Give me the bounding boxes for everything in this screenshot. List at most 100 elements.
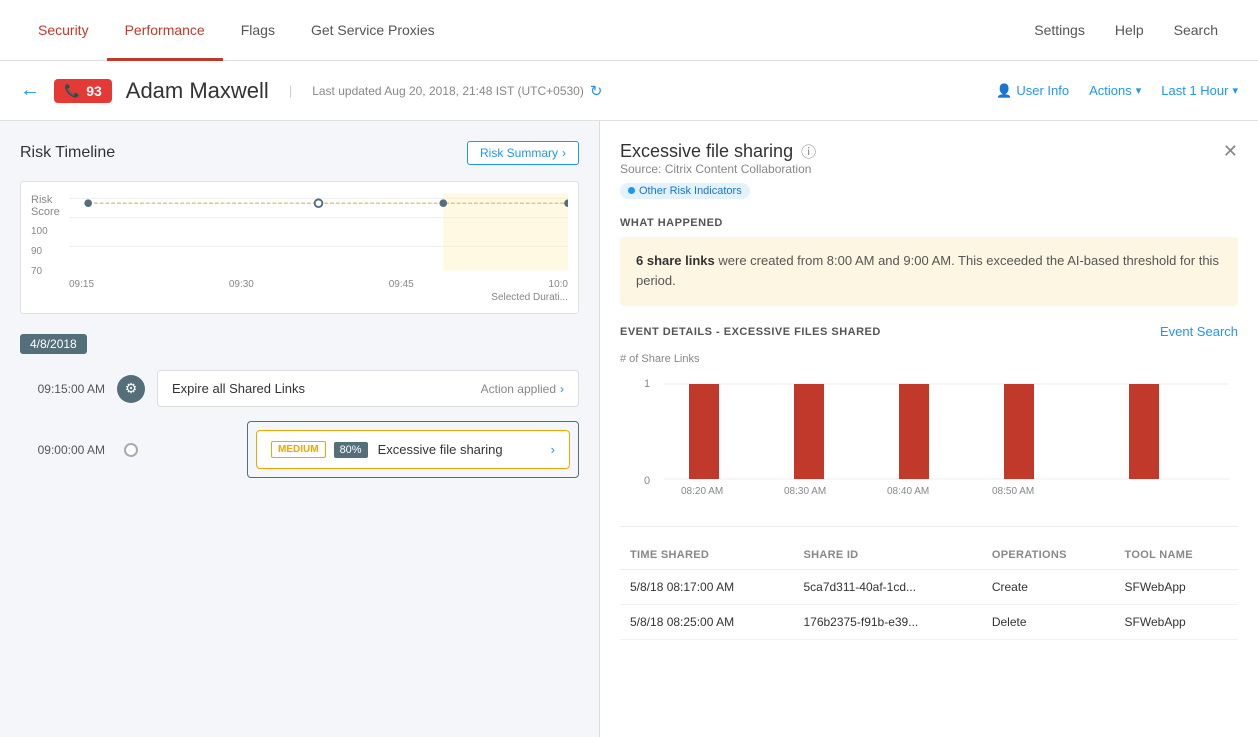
table-divider — [620, 526, 1238, 527]
risk-summary-chevron-icon: › — [562, 146, 566, 160]
excessive-file-sharing-title: Excessive file sharing — [378, 442, 503, 457]
top-nav: Security Performance Flags Get Service P… — [0, 0, 1258, 61]
row0-operations: Create — [982, 570, 1115, 605]
what-happened-text: were created from 8:00 AM and 9:00 AM. T… — [636, 253, 1219, 289]
what-happened-label: WHAT HAPPENED — [620, 217, 1238, 229]
nav-flags-label: Flags — [241, 22, 275, 38]
dot-icon — [124, 443, 138, 457]
tag-dot — [628, 187, 635, 194]
bar-chart-y-label: # of Share Links — [620, 353, 1238, 365]
nav-service-proxies-label: Get Service Proxies — [311, 22, 435, 38]
source-text: Source: Citrix Content Collaboration — [620, 162, 816, 176]
event-card-left: MEDIUM 80% Excessive file sharing — [271, 441, 503, 458]
chart-x-10-00: 10:0 — [549, 279, 568, 290]
nav-search[interactable]: Search — [1174, 22, 1218, 38]
card-chevron-icon: › — [560, 382, 564, 396]
risk-chart-svg — [69, 192, 568, 272]
nav-item-performance[interactable]: Performance — [107, 0, 223, 61]
user-header: ← 📞 93 Adam Maxwell | Last updated Aug 2… — [0, 61, 1258, 121]
chart-x-09-30: 09:30 — [229, 279, 254, 290]
table-head: TIME SHARED SHARE ID OPERATIONS TOOL NAM… — [620, 541, 1238, 570]
row0-time: 5/8/18 08:17:00 AM — [620, 570, 793, 605]
svg-text:08:40 AM: 08:40 AM — [887, 486, 929, 497]
table-row: 5/8/18 08:17:00 AM 5ca7d311-40af-1cd... … — [620, 570, 1238, 605]
risk-summary-label: Risk Summary — [480, 146, 558, 160]
selected-event-card[interactable]: MEDIUM 80% Excessive file sharing › — [256, 430, 570, 469]
event-title-text: Excessive file sharing — [620, 141, 793, 162]
tag-label: Other Risk Indicators — [639, 185, 742, 197]
row1-time: 5/8/18 08:25:00 AM — [620, 605, 793, 640]
risk-summary-button[interactable]: Risk Summary › — [467, 141, 579, 165]
bar-chart-area: # of Share Links 1 0 08:20 AM 08:30 AM 0… — [620, 349, 1238, 512]
chart-x-labels: 09:15 09:30 09:45 10:0 — [69, 279, 568, 290]
nav-item-service-proxies[interactable]: Get Service Proxies — [293, 0, 453, 61]
col-tool-name: TOOL NAME — [1115, 541, 1238, 570]
expire-links-title: Expire all Shared Links — [172, 381, 305, 396]
tag-pill: Other Risk Indicators — [620, 183, 750, 199]
nav-item-security[interactable]: Security — [20, 0, 107, 61]
risk-badge: 📞 93 — [54, 79, 112, 103]
event-details-table: TIME SHARED SHARE ID OPERATIONS TOOL NAM… — [620, 541, 1238, 640]
what-happened-box: 6 share links were created from 8:00 AM … — [620, 237, 1238, 307]
panel-title: Risk Timeline — [20, 144, 115, 162]
row1-share-id: 176b2375-f91b-e39... — [793, 605, 981, 640]
last-updated: Last updated Aug 20, 2018, 21:48 IST (UT… — [312, 82, 602, 100]
gear-icon: ⚙ — [117, 375, 145, 403]
header-actions: 👤 User Info Actions ▾ Last 1 Hour ▾ — [996, 83, 1238, 99]
nav-security-label: Security — [38, 22, 89, 38]
action-text: Action applied — [481, 382, 556, 396]
header-divider: | — [289, 83, 292, 98]
nav-help[interactable]: Help — [1115, 22, 1144, 38]
chart-x-09-45: 09:45 — [389, 279, 414, 290]
main-content: Risk Timeline Risk Summary › Risk Score … — [0, 121, 1258, 737]
svg-text:0: 0 — [644, 475, 650, 487]
table-header-row: TIME SHARED SHARE ID OPERATIONS TOOL NAM… — [620, 541, 1238, 570]
refresh-icon[interactable]: ↻ — [590, 82, 603, 100]
event-title-main: Excessive file sharing ⓘ — [620, 141, 816, 162]
close-button[interactable]: ✕ — [1223, 141, 1238, 162]
timeline-item-expire: 09:15:00 AM ⚙ Expire all Shared Links Ac… — [20, 370, 579, 407]
back-button[interactable]: ← — [20, 79, 40, 102]
chart-x-09-15: 09:15 — [69, 279, 94, 290]
svg-text:08:20 AM: 08:20 AM — [681, 486, 723, 497]
row1-tool: SFWebApp — [1115, 605, 1238, 640]
user-name: Adam Maxwell — [126, 78, 269, 104]
what-happened-bold: 6 share links — [636, 253, 715, 268]
time-range-chevron-icon: ▾ — [1232, 84, 1238, 97]
actions-button[interactable]: Actions ▾ — [1089, 83, 1141, 98]
phone-icon: 📞 — [64, 83, 80, 99]
col-share-id: SHARE ID — [793, 541, 981, 570]
svg-text:1: 1 — [644, 378, 650, 390]
risk-chart: Risk Score 100 90 70 — [20, 181, 579, 314]
user-icon: 👤 — [996, 83, 1012, 99]
nav-performance-label: Performance — [125, 22, 205, 38]
last-updated-text: Last updated Aug 20, 2018, 21:48 IST (UT… — [312, 84, 584, 98]
nav-item-flags[interactable]: Flags — [223, 0, 293, 61]
event-details-label: EVENT DETAILS - EXCESSIVE FILES SHARED — [620, 326, 881, 338]
info-icon[interactable]: ⓘ — [801, 141, 816, 162]
row0-share-id: 5ca7d311-40af-1cd... — [793, 570, 981, 605]
event-score: 80% — [334, 442, 368, 458]
bar-chart-svg: 1 0 08:20 AM 08:30 AM 08:40 AM 08:50 AM — [620, 369, 1238, 499]
right-panel: Excessive file sharing ⓘ Source: Citrix … — [600, 121, 1258, 737]
event-search-link[interactable]: Event Search — [1160, 324, 1238, 339]
timeline-time-0915: 09:15:00 AM — [20, 382, 105, 396]
nav-right: Settings Help Search — [1034, 22, 1238, 38]
actions-label: Actions — [1089, 83, 1132, 98]
selected-event-wrapper: MEDIUM 80% Excessive file sharing › — [247, 421, 579, 478]
timeline-time-0900: 09:00:00 AM — [20, 443, 105, 457]
user-info-button[interactable]: 👤 User Info — [996, 83, 1069, 99]
svg-text:08:30 AM: 08:30 AM — [784, 486, 826, 497]
panel-header: Risk Timeline Risk Summary › — [20, 141, 579, 165]
col-time-shared: TIME SHARED — [620, 541, 793, 570]
risk-score: 93 — [86, 83, 102, 99]
row0-tool: SFWebApp — [1115, 570, 1238, 605]
chart-selected-duration: Selected Durati... — [69, 292, 568, 303]
medium-badge: MEDIUM — [271, 441, 326, 458]
timeline-card-expire[interactable]: Expire all Shared Links Action applied › — [157, 370, 579, 407]
nav-settings[interactable]: Settings — [1034, 22, 1085, 38]
timeline-item-excessive: 09:00:00 AM MEDIUM 80% Excessive file sh… — [20, 421, 579, 478]
actions-chevron-icon: ▾ — [1136, 84, 1142, 97]
time-range-button[interactable]: Last 1 Hour ▾ — [1161, 83, 1238, 98]
chart-y-label: Risk Score — [31, 194, 61, 218]
